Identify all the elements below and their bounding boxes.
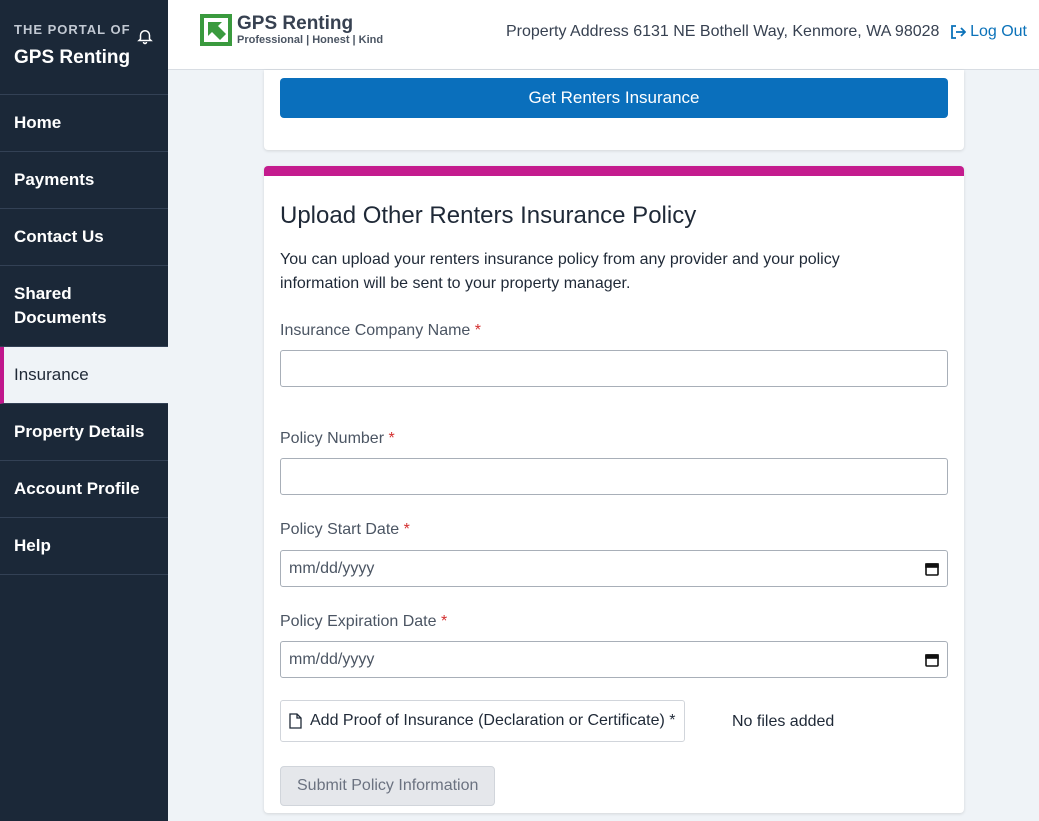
required-mark: * xyxy=(474,322,481,339)
add-proof-of-insurance-button[interactable]: Add Proof of Insurance (Declaration or C… xyxy=(280,700,685,742)
policy-number-label: Policy Number * xyxy=(280,430,395,448)
required-mark: * xyxy=(440,613,448,630)
top-header: GPS Renting Professional | Honest | Kind… xyxy=(168,0,1039,70)
required-mark: * xyxy=(388,430,395,447)
company-name-label: Insurance Company Name * xyxy=(280,322,481,340)
address-value: 6131 NE Bothell Way, Kenmore, WA 98028 xyxy=(633,23,940,40)
get-insurance-card: Get Renters Insurance xyxy=(264,70,964,150)
company-logo[interactable]: GPS Renting Professional | Honest | Kind xyxy=(200,14,383,46)
logout-icon xyxy=(951,25,967,39)
date-placeholder: mm/dd/yyyy xyxy=(289,559,375,577)
sidebar-item-payments[interactable]: Payments xyxy=(0,152,168,209)
portal-brand: THE PORTAL OF GPS Renting xyxy=(0,0,168,95)
get-renters-insurance-button[interactable]: Get Renters Insurance xyxy=(280,78,948,118)
sidebar-item-property-details[interactable]: Property Details xyxy=(0,404,168,461)
logo-text: GPS Renting Professional | Honest | Kind xyxy=(237,13,384,47)
expiration-date-input[interactable]: mm/dd/yyyy xyxy=(280,641,948,678)
expiration-date-label: Policy Expiration Date * xyxy=(280,613,447,631)
field-label-text: Insurance Company Name xyxy=(280,322,471,339)
address-label: Property Address xyxy=(506,23,629,40)
company-name-input[interactable] xyxy=(280,350,948,387)
property-address: Property Address 6131 NE Bothell Way, Ke… xyxy=(506,23,939,41)
card-description: You can upload your renters insurance po… xyxy=(280,251,840,292)
upload-policy-card: Upload Other Renters Insurance Policy Yo… xyxy=(264,166,964,813)
sidebar-item-label: Payments xyxy=(14,170,95,189)
sidebar: THE PORTAL OF GPS Renting Home Payments … xyxy=(0,0,168,821)
date-placeholder: mm/dd/yyyy xyxy=(289,650,375,668)
sidebar-item-contact-us[interactable]: Contact Us xyxy=(0,209,168,266)
required-mark: * xyxy=(403,521,410,538)
policy-number-input[interactable] xyxy=(280,458,948,495)
portal-label: THE PORTAL OF xyxy=(14,22,131,37)
upload-label: Add Proof of Insurance (Declaration or C… xyxy=(310,712,676,729)
sidebar-item-shared-documents[interactable]: Shared Documents xyxy=(0,266,168,347)
field-label-text: Policy Number xyxy=(280,430,385,447)
sidebar-item-label: Home xyxy=(14,113,62,132)
sidebar-item-label: Account Profile xyxy=(14,479,140,498)
bell-icon[interactable] xyxy=(136,26,154,46)
calendar-icon[interactable] xyxy=(925,653,939,667)
sidebar-item-account-profile[interactable]: Account Profile xyxy=(0,461,168,518)
sidebar-item-label: Contact Us xyxy=(14,227,104,246)
calendar-icon[interactable] xyxy=(925,562,939,576)
start-date-input[interactable]: mm/dd/yyyy xyxy=(280,550,948,587)
field-label-text: Policy Start Date xyxy=(280,521,400,538)
sidebar-item-label: Property Details xyxy=(14,422,145,441)
logo-tagline: Professional | Honest | Kind xyxy=(237,34,384,46)
logo-arrow-icon xyxy=(200,14,232,46)
sidebar-item-label: Insurance xyxy=(14,365,89,384)
file-icon xyxy=(289,713,302,729)
sidebar-item-home[interactable]: Home xyxy=(0,95,168,152)
sidebar-item-insurance[interactable]: Insurance xyxy=(0,347,168,404)
sidebar-item-help[interactable]: Help xyxy=(0,518,168,575)
logout-label: Log Out xyxy=(970,23,1027,40)
logo-name: GPS Renting xyxy=(237,13,354,34)
portal-name: GPS Renting xyxy=(14,47,131,68)
start-date-label: Policy Start Date * xyxy=(280,521,410,539)
submit-policy-button[interactable]: Submit Policy Information xyxy=(280,766,496,806)
files-status: No files added xyxy=(732,713,835,730)
card-title: Upload Other Renters Insurance Policy xyxy=(280,202,697,229)
logout-link[interactable]: Log Out xyxy=(950,23,1027,41)
sidebar-item-label: Help xyxy=(14,536,51,555)
field-label-text: Policy Expiration Date xyxy=(280,613,437,630)
sidebar-item-label: Shared Documents xyxy=(14,284,107,327)
